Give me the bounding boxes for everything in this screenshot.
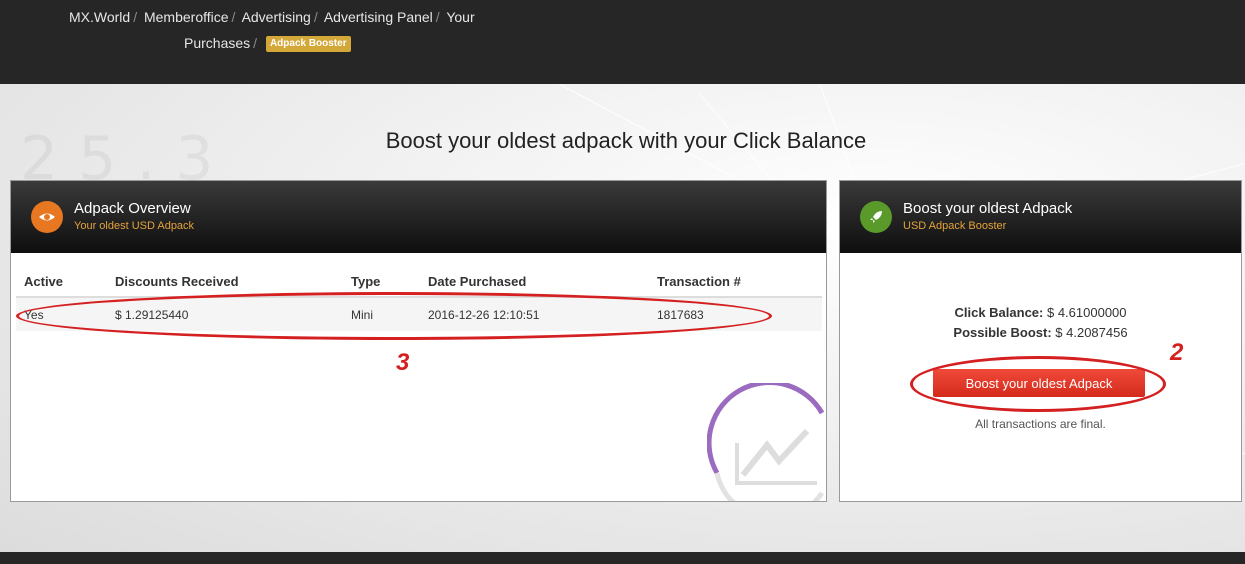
breadcrumb-separator: /	[313, 9, 318, 25]
adpack-overview-panel: Adpack Overview Your oldest USD Adpack A…	[10, 180, 827, 502]
panel-subtitle: Your oldest USD Adpack	[74, 220, 195, 232]
panel-title: Adpack Overview	[74, 200, 191, 217]
page-title: Boost your oldest adpack with your Click…	[385, 128, 867, 153]
breadcrumb-link-mx-world[interactable]: MX.World	[69, 9, 130, 25]
balance-info: Click Balance: $ 4.61000000 Possible Boo…	[840, 303, 1241, 343]
breadcrumb-separator: /	[231, 9, 236, 25]
breadcrumb-separator: /	[253, 35, 258, 51]
breadcrumb-current-badge: Adpack Booster	[265, 36, 351, 53]
panel-subtitle: USD Adpack Booster	[903, 220, 1007, 232]
breadcrumb-separator: /	[435, 9, 440, 25]
top-bar: MX.World / Memberoffice / Advertising / Adv…	[0, 0, 1245, 84]
breadcrumb-link-advertising[interactable]: Advertising	[242, 9, 311, 25]
panel-header: Boost your oldest Adpack USD Adpack Boos…	[840, 181, 1241, 253]
chart-watermark-icon	[707, 383, 825, 501]
click-balance-value: $ 4.61000000	[1046, 305, 1127, 320]
panel-title: Boost your oldest Adpack	[903, 200, 1073, 217]
column-header-transaction: Transaction #	[649, 267, 822, 298]
column-header-active: Active	[16, 267, 107, 298]
annotation-label-table: 3	[396, 349, 410, 376]
breadcrumb-link-purchases[interactable]: Purchases	[184, 35, 250, 51]
final-note: All transactions are final.	[975, 417, 1106, 431]
annotation-ellipse-table-row	[16, 292, 772, 340]
footer-strip	[0, 552, 1245, 564]
breadcrumb-link-advertising-panel[interactable]: Advertising Panel	[324, 9, 433, 25]
breadcrumb-link-memberoffice[interactable]: Memberoffice	[144, 9, 229, 25]
possible-boost-value: $ 4.2087456	[1055, 325, 1128, 340]
breadcrumb-link-your-purchases[interactable]: Your	[446, 9, 474, 25]
rocket-icon	[860, 201, 892, 233]
annotation-label-button: 2	[1170, 339, 1184, 366]
breadcrumb-separator: /	[133, 9, 138, 25]
eye-icon	[31, 201, 63, 233]
click-balance-label: Click Balance:	[954, 305, 1044, 320]
possible-boost-label: Possible Boost:	[953, 325, 1052, 340]
breadcrumb: MX.World / Memberoffice / Advertising / Adv…	[69, 4, 489, 56]
annotation-ellipse-button	[910, 356, 1166, 412]
panel-header: Adpack Overview Your oldest USD Adpack	[11, 181, 826, 253]
